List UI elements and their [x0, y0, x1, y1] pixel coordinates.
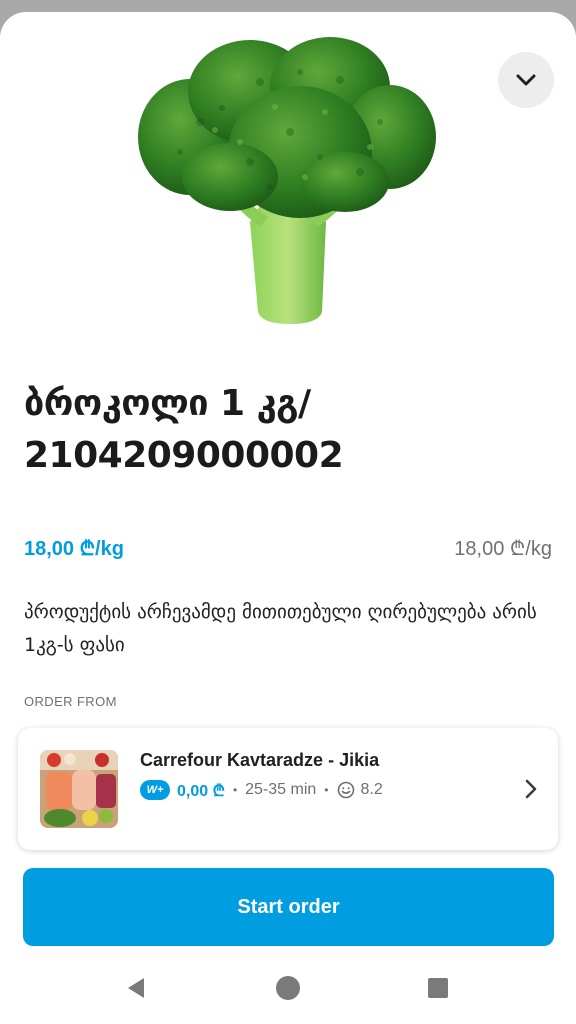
venue-thumbnail — [40, 750, 118, 828]
nav-recents-button[interactable] — [418, 968, 458, 1008]
product-title: ბროკოლი 1 კგ/ 2104209000002 — [24, 383, 344, 476]
chevron-down-icon — [516, 74, 536, 86]
collapse-button[interactable] — [498, 52, 554, 108]
nav-home-button[interactable] — [268, 968, 308, 1008]
nav-back-button[interactable] — [116, 968, 156, 1008]
groceries-image — [40, 750, 118, 828]
venue-rating: 8.2 — [360, 781, 383, 798]
product-sheet: ბროკოლი 1 კგ/ 2104209000002 18,00 ₾/kg 1… — [0, 12, 576, 1024]
venue-card[interactable]: Carrefour Kavtaradze - Jikia W+ 0,00 ₾ •… — [18, 728, 558, 850]
separator-dot: • — [232, 783, 238, 797]
delivery-fee: 0,00 ₾ — [177, 783, 225, 800]
product-price: 18,00 ₾/kg — [24, 538, 124, 560]
venue-name: Carrefour Kavtaradze - Jikia — [140, 750, 380, 770]
separator-dot: • — [324, 783, 329, 797]
smiley-icon — [337, 781, 354, 799]
delivery-time: 25-35 min — [245, 781, 317, 798]
home-circle-icon — [276, 976, 300, 1000]
start-order-button[interactable]: Start order — [23, 868, 554, 946]
wolt-plus-badge: W+ — [140, 780, 170, 800]
product-image — [0, 12, 576, 342]
order-from-label: ORDER FROM — [24, 694, 117, 709]
system-nav-bar — [0, 956, 576, 1024]
venue-meta: W+ 0,00 ₾ • 25-35 min • 8.2 — [140, 779, 383, 801]
chevron-right-icon — [525, 779, 537, 799]
recents-square-icon — [428, 978, 448, 998]
back-triangle-icon — [128, 978, 144, 998]
product-description: პროდუქტის არჩევამდე მითითებული ღირებულებ… — [24, 601, 537, 656]
unit-price: 18,00 ₾/kg — [454, 538, 552, 560]
broccoli-image — [138, 37, 436, 324]
price-row: 18,00 ₾/kg 18,00 ₾/kg — [24, 534, 552, 561]
